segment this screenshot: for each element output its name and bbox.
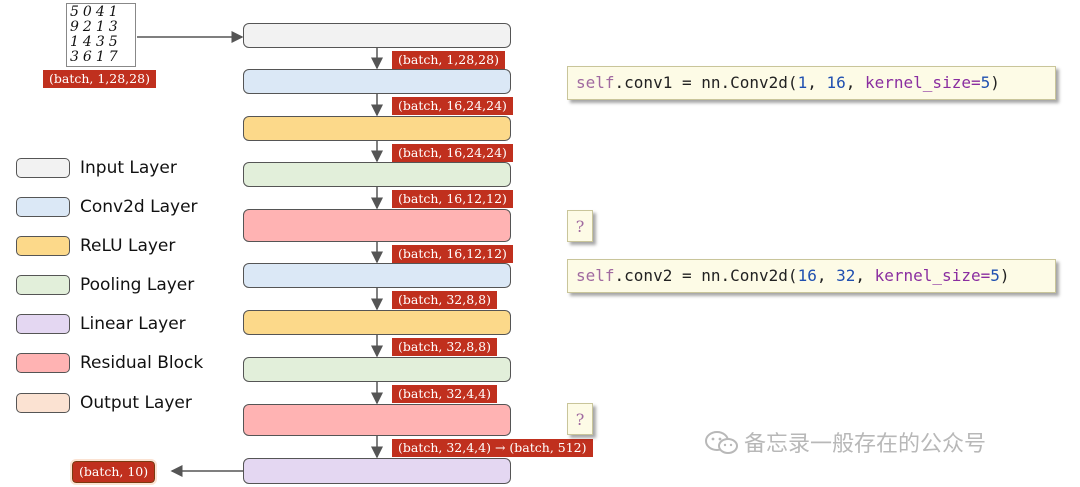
code-sep: ,	[807, 73, 827, 92]
question-mark-box: ?	[567, 210, 593, 242]
wechat-icon	[704, 430, 740, 461]
residual-block-2	[243, 404, 511, 436]
conv2d-layer-1	[243, 69, 511, 94]
code-arg: 16	[826, 73, 846, 92]
code-arg: 1	[797, 73, 808, 92]
shape-label: (batch, 16,12,12)	[392, 190, 513, 208]
code-text: .conv1 = nn.Conv2d(	[614, 73, 798, 92]
digit-row: 3617	[70, 49, 122, 65]
legend-swatch-conv2d	[16, 197, 70, 217]
output-layer: (batch, 10)	[69, 459, 158, 485]
legend-label: Linear Layer	[80, 314, 186, 334]
legend-swatch-pooling	[16, 275, 70, 295]
conv2d-layer-2	[243, 263, 511, 288]
shape-label: (batch, 32,4,4) → (batch, 512)	[392, 439, 593, 457]
legend-label: Output Layer	[80, 393, 192, 413]
mnist-input-image: 5041 9213 1435 3617	[66, 3, 136, 67]
code-kwarg: kernel_size	[865, 73, 971, 92]
legend-label: ReLU Layer	[80, 236, 176, 256]
shape-label: (batch, 16,24,24)	[392, 144, 513, 162]
residual-block-1	[243, 209, 511, 242]
question-mark-box: ?	[567, 403, 593, 435]
conv2-code-box: self.conv2 = nn.Conv2d(16, 32, kernel_si…	[567, 259, 1056, 293]
watermark-text: 备忘录一般存在的公众号	[744, 432, 987, 457]
shape-label: (batch, 32,8,8)	[392, 291, 497, 309]
code-self: self	[576, 73, 615, 92]
legend-swatch-relu	[16, 236, 70, 256]
code-close: )	[999, 266, 1010, 285]
linear-layer	[243, 458, 511, 484]
code-close: )	[990, 73, 1000, 92]
code-eq: =	[970, 73, 981, 92]
legend-swatch-input	[16, 158, 70, 178]
code-arg: 16	[797, 266, 817, 285]
digit-row: 5041	[70, 4, 122, 20]
legend-label: Conv2d Layer	[80, 197, 198, 217]
relu-layer-2	[243, 310, 511, 335]
code-sep: ,	[816, 266, 837, 285]
shape-label: (batch, 16,12,12)	[392, 245, 513, 263]
pooling-layer-2	[243, 357, 511, 382]
legend-swatch-linear	[16, 314, 70, 334]
relu-layer-1	[243, 116, 511, 141]
code-arg: 5	[990, 266, 1000, 285]
pooling-layer-1	[243, 162, 511, 187]
legend-label: Residual Block	[80, 353, 204, 373]
shape-label: (batch, 32,8,8)	[392, 338, 497, 356]
code-eq: =	[980, 266, 991, 285]
code-kwarg: kernel_size	[874, 266, 981, 285]
code-arg: 32	[836, 266, 856, 285]
shape-label: (batch, 1,28,28)	[392, 51, 505, 69]
code-text: .conv2 = nn.Conv2d(	[614, 266, 798, 285]
code-arg: 5	[980, 73, 991, 92]
legend-label: Input Layer	[80, 158, 177, 178]
legend-swatch-output	[16, 393, 70, 413]
code-sep: ,	[845, 73, 865, 92]
legend-label: Pooling Layer	[80, 275, 195, 295]
shape-label: (batch, 16,24,24)	[392, 97, 513, 115]
shape-label: (batch, 32,4,4)	[392, 385, 497, 403]
legend-swatch-residual	[16, 353, 70, 373]
digit-row: 9213	[70, 19, 122, 35]
conv1-code-box: self.conv1 = nn.Conv2d(1, 16, kernel_siz…	[567, 66, 1056, 100]
code-self: self	[576, 266, 615, 285]
code-sep: ,	[855, 266, 875, 285]
digit-row: 1435	[70, 34, 122, 50]
input-shape-label: (batch, 1,28,28)	[43, 70, 156, 88]
input-layer	[243, 23, 511, 48]
watermark: 备忘录一般存在的公众号	[704, 426, 986, 461]
